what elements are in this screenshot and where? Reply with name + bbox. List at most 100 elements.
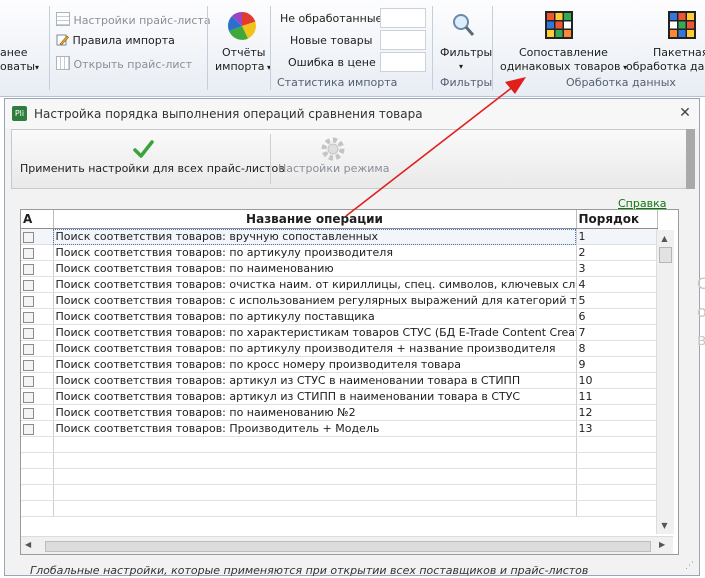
group-label-import-stats: Статистика импорта <box>277 76 398 89</box>
active-checkbox[interactable] <box>23 391 34 403</box>
table-row[interactable]: Поиск соответствия товаров: по артикулу … <box>21 244 658 261</box>
active-checkbox-cell[interactable] <box>21 340 54 357</box>
active-checkbox-cell[interactable] <box>21 260 54 277</box>
active-checkbox[interactable] <box>23 423 34 435</box>
dialog-titlebar: Pli Настройка порядка выполнения операци… <box>5 99 699 129</box>
table-row[interactable]: Поиск соответствия товаров: очистка наим… <box>21 276 658 293</box>
order-cell[interactable]: 11 <box>576 388 658 405</box>
chevron-down-icon: ▾ <box>459 62 464 71</box>
table-row[interactable]: Поиск соответствия товаров: артикул из С… <box>21 372 658 389</box>
pencil-icon <box>56 34 69 46</box>
stat-new-products-label: Новые товары <box>290 34 373 47</box>
active-checkbox-cell[interactable] <box>21 292 54 309</box>
order-cell[interactable]: 12 <box>576 404 658 421</box>
scroll-left-icon[interactable]: ◀ <box>25 540 31 549</box>
order-cell[interactable]: 13 <box>576 420 658 437</box>
active-checkbox-cell[interactable] <box>21 276 54 293</box>
operations-table: А Название операции Порядок Поиск соотве… <box>21 210 658 517</box>
batch-processing-button-line2[interactable]: обработка дан <box>626 60 705 73</box>
active-checkbox-cell[interactable] <box>21 372 54 389</box>
table-row[interactable]: Поиск соответствия товаров: вручную сопо… <box>21 228 658 245</box>
empty-cell <box>53 468 577 485</box>
empty-cell <box>576 484 658 501</box>
table-row[interactable]: Поиск соответствия товаров: по характери… <box>21 324 658 341</box>
active-checkbox[interactable] <box>23 247 34 259</box>
import-reports-button-line2[interactable]: импорта ▾ <box>215 60 271 73</box>
active-checkbox[interactable] <box>23 407 34 419</box>
empty-row <box>21 436 658 453</box>
match-same-products-button[interactable]: Сопоставление <box>519 46 608 59</box>
column-header-order[interactable]: Порядок <box>576 210 658 229</box>
left-partial-button-line2[interactable]: оваты▾ <box>0 60 39 73</box>
active-checkbox[interactable] <box>23 263 34 275</box>
active-checkbox-cell[interactable] <box>21 308 54 325</box>
toolbar-scrollbar[interactable] <box>686 129 695 189</box>
filters-button[interactable]: Фильтры <box>440 46 492 59</box>
empty-cell <box>53 436 577 453</box>
active-checkbox[interactable] <box>23 279 34 291</box>
active-checkbox-cell[interactable] <box>21 324 54 341</box>
table-row[interactable]: Поиск соответствия товаров: Производител… <box>21 420 658 437</box>
open-price-list-button[interactable]: Открыть прайс-лист <box>56 56 192 71</box>
vertical-scrollbar[interactable]: ▲ ▼ <box>656 230 674 534</box>
active-checkbox-cell[interactable] <box>21 404 54 421</box>
pie-chart-icon <box>226 10 258 45</box>
empty-row <box>21 468 658 485</box>
order-cell[interactable]: 1 <box>576 228 658 245</box>
batch-processing-button[interactable]: Пакетная <box>653 46 705 59</box>
column-header-active[interactable]: А <box>21 210 54 229</box>
active-checkbox[interactable] <box>23 295 34 307</box>
order-cell[interactable]: 3 <box>576 260 658 277</box>
active-checkbox-cell[interactable] <box>21 420 54 437</box>
scroll-up-icon[interactable]: ▲ <box>658 232 671 245</box>
table-row[interactable]: Поиск соответствия товаров: с использова… <box>21 292 658 309</box>
order-cell[interactable]: 2 <box>576 244 658 261</box>
apply-all-price-lists-button[interactable]: Применить настройки для всех прайс-листо… <box>20 132 285 184</box>
operation-name-cell: Поиск соответствия товаров: с использова… <box>53 292 577 309</box>
scroll-down-icon[interactable]: ▼ <box>658 519 671 532</box>
active-checkbox[interactable] <box>23 231 34 243</box>
order-cell[interactable]: 5 <box>576 292 658 309</box>
order-cell[interactable]: 7 <box>576 324 658 341</box>
table-row[interactable]: Поиск соответствия товаров: артикул из С… <box>21 388 658 405</box>
operation-name-cell: Поиск соответствия товаров: по кросс ном… <box>53 356 577 373</box>
resize-grip-icon[interactable]: ⋰ <box>685 561 694 571</box>
order-cell[interactable]: 9 <box>576 356 658 373</box>
table-row[interactable]: Поиск соответствия товаров: по артикулу … <box>21 340 658 357</box>
active-checkbox-cell[interactable] <box>21 228 54 245</box>
active-checkbox[interactable] <box>23 343 34 355</box>
active-checkbox-cell[interactable] <box>21 244 54 261</box>
active-checkbox[interactable] <box>23 327 34 339</box>
table-row[interactable]: Поиск соответствия товаров: по наименова… <box>21 404 658 421</box>
active-checkbox[interactable] <box>23 375 34 387</box>
mode-settings-button[interactable]: Настройки режима <box>278 132 389 184</box>
horizontal-scrollbar[interactable]: ◀ ▶ <box>21 536 673 554</box>
match-same-products-button-line2[interactable]: одинаковых товаров ▾ <box>500 60 627 73</box>
close-icon[interactable]: ✕ <box>677 104 693 122</box>
price-list-settings-button[interactable]: Настройки прайс-листа <box>56 12 211 27</box>
empty-cell <box>21 436 54 453</box>
operation-name-cell: Поиск соответствия товаров: по артикулу … <box>53 340 577 357</box>
active-checkbox-cell[interactable] <box>21 356 54 373</box>
operation-name-cell: Поиск соответствия товаров: артикул из С… <box>53 388 577 405</box>
import-rules-button[interactable]: Правила импорта <box>56 34 175 47</box>
order-cell[interactable]: 8 <box>576 340 658 357</box>
active-checkbox-cell[interactable] <box>21 388 54 405</box>
column-header-operation-name[interactable]: Название операции <box>53 210 577 229</box>
order-cell[interactable]: 4 <box>576 276 658 293</box>
table-row[interactable]: Поиск соответствия товаров: по наименова… <box>21 260 658 277</box>
order-cell[interactable]: 6 <box>576 308 658 325</box>
order-cell[interactable]: 10 <box>576 372 658 389</box>
left-partial-button-line1[interactable]: анее <box>0 46 27 59</box>
table-row[interactable]: Поиск соответствия товаров: по артикулу … <box>21 308 658 325</box>
empty-row <box>21 484 658 501</box>
import-reports-button[interactable]: Отчёты <box>222 46 265 59</box>
active-checkbox[interactable] <box>23 311 34 323</box>
scroll-right-icon[interactable]: ▶ <box>659 540 665 549</box>
grid-icon <box>56 12 70 26</box>
rubik-cube-icon <box>544 10 574 43</box>
hscroll-thumb[interactable] <box>45 541 651 552</box>
table-row[interactable]: Поиск соответствия товаров: по кросс ном… <box>21 356 658 373</box>
active-checkbox[interactable] <box>23 359 34 371</box>
scroll-thumb[interactable] <box>659 247 672 263</box>
